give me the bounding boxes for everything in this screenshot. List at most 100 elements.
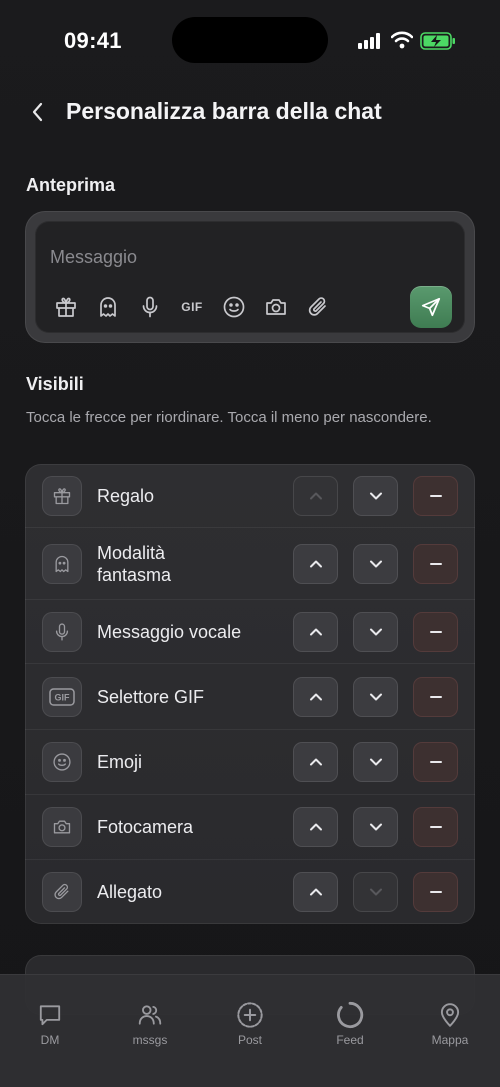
hide-button[interactable] bbox=[413, 476, 458, 516]
send-icon bbox=[421, 297, 441, 317]
tab-map[interactable]: Mappa bbox=[410, 1001, 490, 1051]
chevron-up-icon bbox=[309, 628, 322, 636]
plus-circle-icon bbox=[236, 1001, 264, 1029]
move-up-button[interactable] bbox=[293, 742, 338, 782]
screen: 09:41 Personalizza barra della chat Ante… bbox=[0, 0, 500, 1087]
paperclip-icon bbox=[304, 293, 332, 321]
move-up-button[interactable] bbox=[293, 476, 338, 516]
hide-button[interactable] bbox=[413, 807, 458, 847]
chat-bubble-icon bbox=[36, 1001, 64, 1029]
gif-icon: GIF bbox=[42, 677, 82, 717]
chevron-up-icon bbox=[309, 758, 322, 766]
list-item-emoji: Emoji bbox=[25, 730, 475, 795]
ghost-icon bbox=[42, 544, 82, 584]
move-down-button[interactable] bbox=[353, 476, 398, 516]
list-item-camera: Fotocamera bbox=[25, 795, 475, 860]
send-button[interactable] bbox=[410, 286, 452, 328]
list-item-voice-message: Messaggio vocale bbox=[25, 600, 475, 664]
camera-icon bbox=[262, 293, 290, 321]
chevron-down-icon bbox=[369, 693, 382, 701]
preview-section-title: Anteprima bbox=[26, 175, 116, 195]
tab-label: DM bbox=[40, 1033, 60, 1047]
move-down-button[interactable] bbox=[353, 872, 398, 912]
hide-button[interactable] bbox=[413, 872, 458, 912]
dynamic-island bbox=[172, 17, 328, 63]
paperclip-icon bbox=[42, 872, 82, 912]
people-icon bbox=[136, 1001, 164, 1029]
hide-button[interactable] bbox=[413, 742, 458, 782]
wifi-icon bbox=[391, 31, 413, 49]
chevron-down-icon bbox=[369, 560, 382, 568]
move-down-button[interactable] bbox=[353, 742, 398, 782]
move-down-button[interactable] bbox=[353, 807, 398, 847]
list-item-gift: Regalo bbox=[25, 464, 475, 528]
composer-preview: Messaggio GIF bbox=[35, 221, 465, 333]
gif-badge-icon: GIF bbox=[49, 688, 75, 706]
chevron-down-icon bbox=[369, 628, 382, 636]
item-label: Allegato bbox=[97, 882, 163, 902]
battery-charging-icon bbox=[420, 32, 455, 50]
preview-card: Messaggio GIF bbox=[25, 211, 475, 343]
tab-label: Post bbox=[237, 1033, 262, 1047]
tab-label: Mappa bbox=[431, 1033, 469, 1047]
move-down-button[interactable] bbox=[353, 612, 398, 652]
status-bar: 09:41 bbox=[0, 0, 500, 80]
item-label: Messaggio vocale bbox=[97, 622, 242, 642]
chevron-down-icon bbox=[369, 823, 382, 831]
page-title: Personalizza barra della chat bbox=[66, 98, 382, 124]
item-label: Fotocamera bbox=[97, 817, 194, 837]
minus-icon bbox=[429, 563, 442, 565]
visible-items-list: Regalo Modalità fantasma Messaggio vocal… bbox=[25, 464, 475, 924]
message-placeholder: Messaggio bbox=[50, 247, 138, 267]
emoji-icon bbox=[42, 742, 82, 782]
back-chevron-icon[interactable] bbox=[26, 98, 50, 126]
gift-icon bbox=[42, 476, 82, 516]
tab-mssgs[interactable]: mssgs bbox=[110, 1001, 190, 1051]
move-up-button[interactable] bbox=[293, 612, 338, 652]
minus-icon bbox=[429, 761, 442, 763]
item-label: Modalità fantasma bbox=[97, 543, 172, 585]
list-item-ghost-mode: Modalità fantasma bbox=[25, 528, 475, 600]
hide-button[interactable] bbox=[413, 612, 458, 652]
tab-feed[interactable]: Feed bbox=[310, 1001, 390, 1051]
move-down-button[interactable] bbox=[353, 544, 398, 584]
item-label: Emoji bbox=[97, 752, 143, 772]
item-label: Regalo bbox=[97, 486, 155, 506]
move-up-button[interactable] bbox=[293, 677, 338, 717]
reorder-hint: Tocca le frecce per riordinare. Tocca il… bbox=[26, 409, 432, 426]
move-up-button[interactable] bbox=[293, 807, 338, 847]
emoji-icon bbox=[220, 293, 248, 321]
chevron-up-icon bbox=[309, 888, 322, 896]
chevron-up-icon bbox=[309, 693, 322, 701]
list-item-attachment: Allegato bbox=[25, 860, 475, 924]
move-up-button[interactable] bbox=[293, 544, 338, 584]
nav-header: Personalizza barra della chat bbox=[0, 92, 500, 132]
hide-button[interactable] bbox=[413, 677, 458, 717]
minus-icon bbox=[429, 495, 442, 497]
circle-icon bbox=[336, 1001, 364, 1029]
minus-icon bbox=[429, 826, 442, 828]
item-label: Selettore GIF bbox=[97, 687, 205, 707]
tab-bar: DM mssgs Post Feed Mappa bbox=[0, 974, 500, 1087]
ghost-icon bbox=[94, 293, 122, 321]
list-item-gif-picker: GIF Selettore GIF bbox=[25, 664, 475, 730]
move-down-button[interactable] bbox=[353, 677, 398, 717]
microphone-icon bbox=[42, 612, 82, 652]
chevron-up-icon bbox=[309, 823, 322, 831]
camera-icon bbox=[42, 807, 82, 847]
status-time: 09:41 bbox=[64, 28, 122, 53]
minus-icon bbox=[429, 891, 442, 893]
tab-dm[interactable]: DM bbox=[10, 1001, 90, 1051]
cellular-signal-icon bbox=[358, 33, 380, 49]
chevron-down-icon bbox=[369, 888, 382, 896]
visible-section-title: Visibili bbox=[26, 374, 84, 394]
hide-button[interactable] bbox=[413, 544, 458, 584]
gift-icon bbox=[52, 293, 80, 321]
chevron-up-icon bbox=[309, 492, 322, 500]
gif-icon: GIF bbox=[178, 293, 206, 321]
move-up-button[interactable] bbox=[293, 872, 338, 912]
tab-label: Feed bbox=[336, 1033, 364, 1047]
svg-text:GIF: GIF bbox=[55, 693, 71, 703]
map-pin-icon bbox=[436, 1001, 464, 1029]
tab-post[interactable]: Post bbox=[210, 1001, 290, 1051]
